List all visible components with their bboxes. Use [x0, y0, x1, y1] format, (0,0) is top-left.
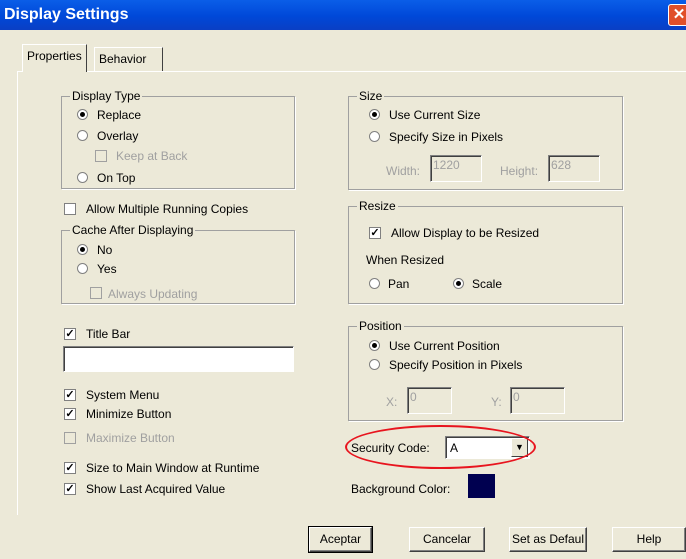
tab-properties[interactable]: Properties [22, 44, 87, 72]
close-icon: ✕ [672, 6, 686, 23]
security-code-highlight [345, 425, 536, 469]
close-button[interactable]: ✕ [668, 4, 686, 26]
ok-button[interactable]: Aceptar [308, 526, 373, 553]
set-as-default-button[interactable]: Set as Defaul [509, 527, 587, 552]
tab-behavior-label: Behavior [99, 52, 147, 66]
help-button[interactable]: Help [612, 527, 686, 552]
cancel-button[interactable]: Cancelar [409, 527, 485, 552]
tab-properties-label: Properties [27, 49, 82, 63]
tab-behavior[interactable]: Behavior [94, 47, 163, 71]
window-title: Display Settings [4, 6, 129, 23]
title-bar: Display Settings ✕ [0, 0, 686, 30]
